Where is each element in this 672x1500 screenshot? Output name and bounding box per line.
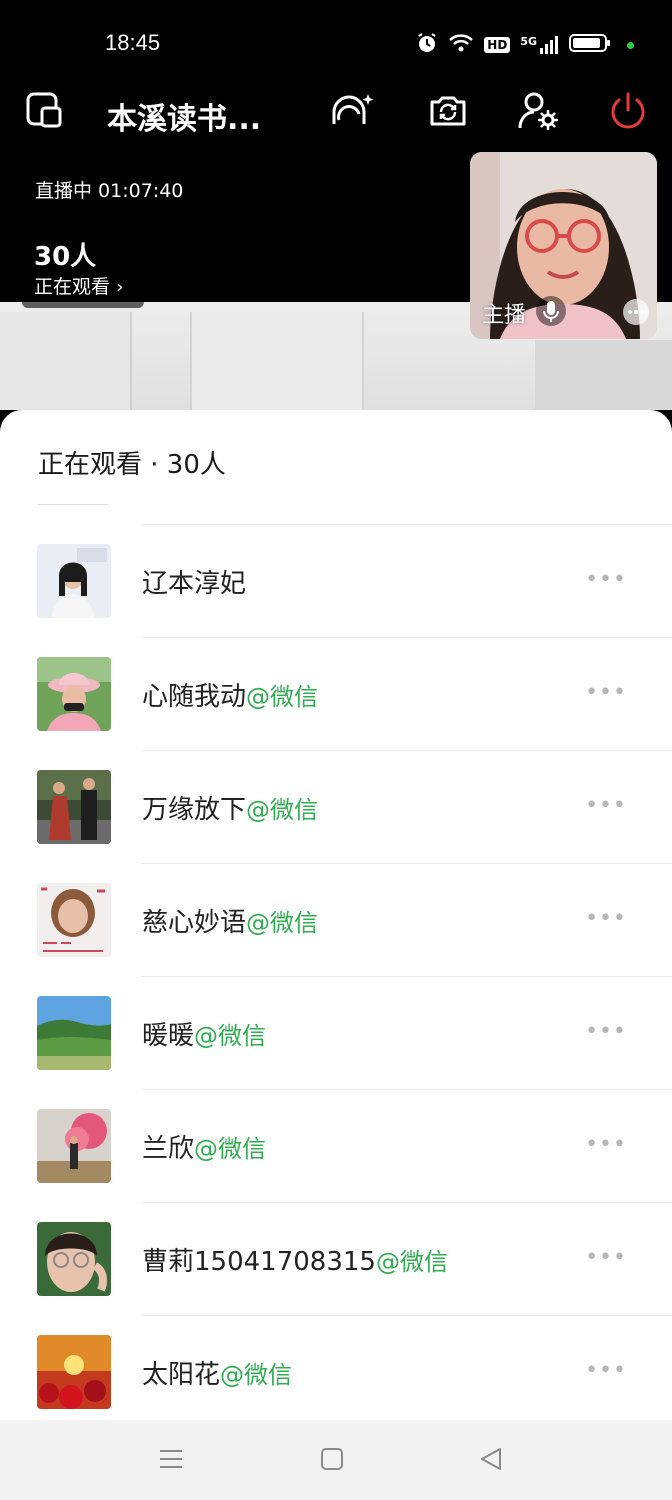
avatar	[37, 544, 111, 618]
user-settings-icon[interactable]	[518, 90, 560, 136]
title-divider	[38, 504, 108, 505]
viewer-name: 辽本淳妃	[142, 569, 247, 599]
more-options-icon[interactable]: •••	[585, 1132, 627, 1157]
avatar	[37, 657, 111, 731]
host-label: 主播	[482, 303, 527, 328]
beauty-filter-icon[interactable]	[328, 90, 374, 138]
avatar	[37, 996, 111, 1070]
list-item[interactable]: 辽本淳妃 •••	[37, 524, 672, 637]
more-options-icon[interactable]: •••	[585, 680, 627, 705]
wifi-icon	[448, 33, 474, 57]
viewer-count: 30人	[34, 242, 97, 272]
more-options-icon[interactable]: •••	[585, 906, 627, 931]
switch-camera-icon[interactable]	[428, 90, 468, 134]
home-icon[interactable]	[319, 1446, 345, 1476]
viewer-name: 曹莉15041708315@微信	[142, 1247, 448, 1277]
more-options-icon[interactable]: •••	[585, 793, 627, 818]
privacy-indicator-dot	[627, 41, 634, 49]
live-duration: 直播中 01:07:40	[35, 180, 184, 202]
avatar	[37, 1109, 111, 1183]
viewer-name: 太阳花@微信	[142, 1360, 293, 1390]
viewer-name: 万缘放下@微信	[142, 795, 319, 825]
viewer-list-sheet: 正在观看 · 30人 辽本淳妃 ••• 心随我动@微信 ••• 万缘放下@微信 …	[0, 410, 672, 1420]
alarm-icon	[416, 32, 438, 58]
system-navigation-bar	[0, 1420, 672, 1500]
room-title: 本溪读书...	[107, 102, 262, 137]
viewer-name: 暖暖@微信	[142, 1021, 267, 1051]
avatar	[37, 1222, 111, 1296]
list-item[interactable]: 太阳花@微信 •••	[37, 1315, 672, 1420]
viewer-name: 兰欣@微信	[142, 1134, 267, 1164]
hd-icon: HD	[484, 37, 511, 53]
signal-5g-icon: 5G	[520, 35, 559, 55]
more-options-icon[interactable]: •••	[585, 1245, 627, 1270]
list-item[interactable]: 万缘放下@微信 •••	[37, 750, 672, 863]
avatar	[37, 1335, 111, 1409]
list-item[interactable]: 心随我动@微信 •••	[37, 637, 672, 750]
host-camera-preview[interactable]: 主播	[470, 152, 657, 339]
avatar	[37, 770, 111, 844]
status-time: 18:45	[105, 30, 161, 55]
battery-icon	[569, 33, 611, 57]
list-item[interactable]: 兰欣@微信 •••	[37, 1089, 672, 1202]
list-item[interactable]: 暖暖@微信 •••	[37, 976, 672, 1089]
viewer-label: 正在观看 ›	[34, 276, 124, 298]
menu-icon[interactable]	[158, 1446, 184, 1476]
viewer-list: 辽本淳妃 ••• 心随我动@微信 ••• 万缘放下@微信 ••• 慈心妙语@微信…	[0, 524, 672, 1420]
viewer-name: 心随我动@微信	[142, 682, 319, 712]
more-options-icon[interactable]: •••	[585, 567, 627, 592]
back-icon[interactable]	[478, 1446, 504, 1476]
list-item[interactable]: 曹莉15041708315@微信 •••	[37, 1202, 672, 1315]
end-live-power-icon[interactable]	[608, 90, 648, 136]
live-toolbar: 本溪读书...	[0, 84, 672, 142]
sheet-title: 正在观看 · 30人	[38, 450, 226, 480]
more-options-icon[interactable]: •••	[585, 1358, 627, 1383]
microphone-icon[interactable]	[536, 295, 566, 331]
minimize-window-icon[interactable]	[26, 90, 64, 134]
host-more-icon[interactable]	[623, 299, 649, 329]
viewer-name: 慈心妙语@微信	[142, 908, 319, 938]
list-item[interactable]: 慈心妙语@微信 •••	[37, 863, 672, 976]
status-bar: 18:45 HD 5G	[0, 0, 672, 84]
more-options-icon[interactable]: •••	[585, 1019, 627, 1044]
live-video-area: 18:45 HD 5G 本溪读书... 直播中 01:07:40 30人 正在观…	[0, 0, 672, 410]
avatar	[37, 883, 111, 957]
